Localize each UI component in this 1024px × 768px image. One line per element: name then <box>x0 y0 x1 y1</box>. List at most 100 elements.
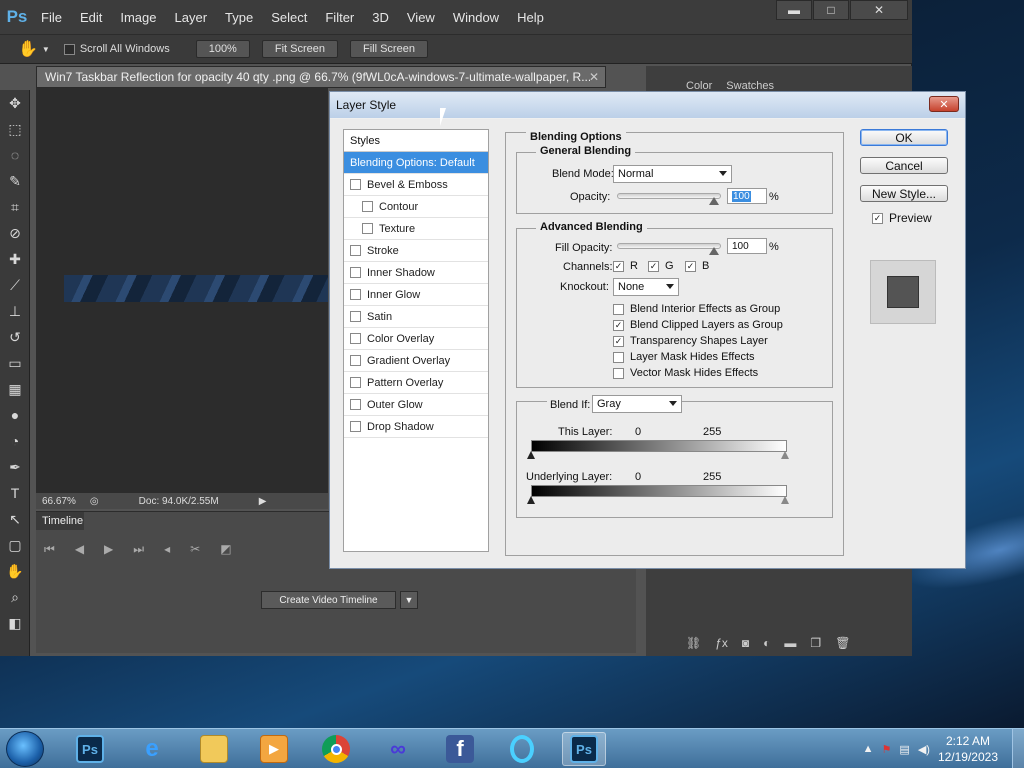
checkbox-icon[interactable]: ✓ <box>872 212 883 224</box>
menu-edit[interactable]: Edit <box>71 10 111 25</box>
fill-opacity-slider[interactable] <box>617 243 721 249</box>
opacity-slider-thumb[interactable] <box>709 197 719 205</box>
brush-tool-icon[interactable]: ⟋ <box>0 272 30 298</box>
internet-explorer-taskbar-icon[interactable]: e <box>130 732 174 766</box>
photoshop-taskbar-icon[interactable]: Ps <box>68 732 112 766</box>
checkbox-icon[interactable] <box>613 367 624 379</box>
quick-select-tool-icon[interactable]: ✎ <box>0 168 30 194</box>
canvas-area[interactable] <box>36 88 328 493</box>
app-taskbar-icon[interactable]: ∞ <box>376 732 420 766</box>
mask-icon[interactable]: ◙ <box>742 636 749 650</box>
checkbox-icon[interactable] <box>63 43 75 55</box>
menu-help[interactable]: Help <box>508 10 553 25</box>
menu-file[interactable]: File <box>32 10 71 25</box>
advanced-blending-checkbox[interactable]: Blend Interior Effects as Group <box>613 303 780 315</box>
chevron-up-icon[interactable]: ▲ <box>863 743 874 755</box>
style-item[interactable]: Pattern Overlay <box>344 372 488 394</box>
menu-view[interactable]: View <box>398 10 444 25</box>
style-item[interactable]: Color Overlay <box>344 328 488 350</box>
new-layer-icon[interactable]: ❐ <box>810 636 821 650</box>
rectangle-tool-icon[interactable]: ▢ <box>0 532 30 558</box>
close-icon[interactable]: ✕ <box>850 0 908 20</box>
checkbox-icon[interactable] <box>362 201 373 212</box>
gradient-tool-icon[interactable]: ▦ <box>0 376 30 402</box>
lasso-tool-icon[interactable]: ◌ <box>0 142 30 168</box>
menu-layer[interactable]: Layer <box>166 10 217 25</box>
checkbox-icon[interactable] <box>350 245 361 256</box>
timeline-title[interactable]: Timeline <box>36 512 84 530</box>
maximize-icon[interactable]: □ <box>813 0 849 20</box>
play-icon[interactable]: ▶ <box>104 542 113 557</box>
start-button-icon[interactable] <box>6 731 44 767</box>
prev-frame-icon[interactable]: ◀ <box>75 542 84 557</box>
menu-window[interactable]: Window <box>444 10 508 25</box>
opacity-slider[interactable] <box>617 193 721 199</box>
menu-filter[interactable]: Filter <box>316 10 363 25</box>
chrome-taskbar-icon[interactable] <box>314 732 358 766</box>
hand-tool-icon[interactable]: ✋ <box>0 558 30 584</box>
checkbox-icon[interactable] <box>350 421 361 432</box>
next-frame-icon[interactable]: ⏭ <box>133 542 144 557</box>
play-icon[interactable]: ▶ <box>259 496 267 507</box>
type-tool-icon[interactable]: T <box>0 480 30 506</box>
channel-g-checkbox[interactable]: ✓ G <box>648 260 674 272</box>
stamp-tool-icon[interactable]: ⊥ <box>0 298 30 324</box>
channel-b-checkbox[interactable]: ✓ B <box>685 260 709 272</box>
eraser-tool-icon[interactable]: ▭ <box>0 350 30 376</box>
ok-button[interactable]: OK <box>860 129 948 146</box>
dialog-titlebar[interactable]: Layer Style ✕ <box>330 92 965 118</box>
this-layer-white-slider[interactable] <box>781 451 789 459</box>
checkbox-icon[interactable] <box>350 333 361 344</box>
blend-if-select[interactable]: Gray <box>592 395 682 413</box>
media-player-taskbar-icon[interactable]: ▶ <box>252 732 296 766</box>
minimize-icon[interactable]: ▬ <box>776 0 812 20</box>
document-tab[interactable]: Win7 Taskbar Reflection for opacity 40 q… <box>36 66 606 88</box>
style-item[interactable]: Texture <box>344 218 488 240</box>
eyedropper-tool-icon[interactable]: ⊘ <box>0 220 30 246</box>
adjustment-icon[interactable]: ◐ <box>763 636 770 650</box>
checkbox-icon[interactable] <box>350 399 361 410</box>
close-icon[interactable]: ✕ <box>589 70 599 84</box>
style-item[interactable]: Bevel & Emboss <box>344 174 488 196</box>
action-center-icon[interactable]: ⚑ <box>882 743 892 756</box>
healing-brush-tool-icon[interactable]: ✚ <box>0 246 30 272</box>
color-swatches-icon[interactable]: ◧ <box>0 610 30 636</box>
new-style-button[interactable]: New Style... <box>860 185 948 202</box>
style-item[interactable]: Gradient Overlay <box>344 350 488 372</box>
cancel-button[interactable]: Cancel <box>860 157 948 174</box>
fill-opacity-input[interactable]: 100 <box>727 238 767 254</box>
link-icon[interactable]: ⛓ <box>686 636 701 650</box>
fill-opacity-slider-thumb[interactable] <box>709 247 719 255</box>
show-desktop-button[interactable] <box>1012 729 1024 768</box>
checkbox-icon[interactable] <box>350 289 361 300</box>
zoom-tool-icon[interactable]: ⌕ <box>0 584 30 610</box>
crop-tool-icon[interactable]: ⌗ <box>0 194 30 220</box>
knockout-select[interactable]: None <box>613 278 679 296</box>
marquee-tool-icon[interactable]: ⬚ <box>0 116 30 142</box>
style-item[interactable]: Blending Options: Default <box>344 152 488 174</box>
checkbox-icon[interactable] <box>350 311 361 322</box>
dodge-tool-icon[interactable]: ◔ <box>0 428 30 454</box>
clock[interactable]: 2:12 AM 12/19/2023 <box>938 733 998 765</box>
facebook-taskbar-icon[interactable]: f <box>438 732 482 766</box>
fit-screen-button[interactable]: Fit Screen <box>261 40 338 58</box>
style-item[interactable]: Satin <box>344 306 488 328</box>
advanced-blending-checkbox[interactable]: ✓ Blend Clipped Layers as Group <box>613 319 783 331</box>
photoshop-active-taskbar-icon[interactable]: Ps <box>562 732 606 766</box>
zoom-100-button[interactable]: 100% <box>195 40 250 58</box>
advanced-blending-checkbox[interactable]: Vector Mask Hides Effects <box>613 367 758 379</box>
scroll-all-windows-checkbox[interactable]: Scroll All Windows <box>63 43 170 55</box>
transition-icon[interactable]: ◩ <box>220 542 231 557</box>
checkbox-icon[interactable] <box>350 179 361 190</box>
channel-r-checkbox[interactable]: ✓ R <box>613 260 638 272</box>
underlying-layer-black-slider[interactable] <box>527 496 535 504</box>
blend-mode-select[interactable]: Normal <box>613 165 732 183</box>
create-video-timeline-button[interactable]: Create Video Timeline <box>261 591 396 609</box>
first-frame-icon[interactable]: ⏮ <box>44 542 55 557</box>
checkbox-icon[interactable] <box>350 267 361 278</box>
checkbox-icon[interactable] <box>350 377 361 388</box>
zoom-level[interactable]: 66.67% <box>42 496 76 507</box>
checkbox-icon[interactable] <box>350 355 361 366</box>
scissors-icon[interactable]: ✂ <box>190 542 200 557</box>
menu-select[interactable]: Select <box>262 10 316 25</box>
